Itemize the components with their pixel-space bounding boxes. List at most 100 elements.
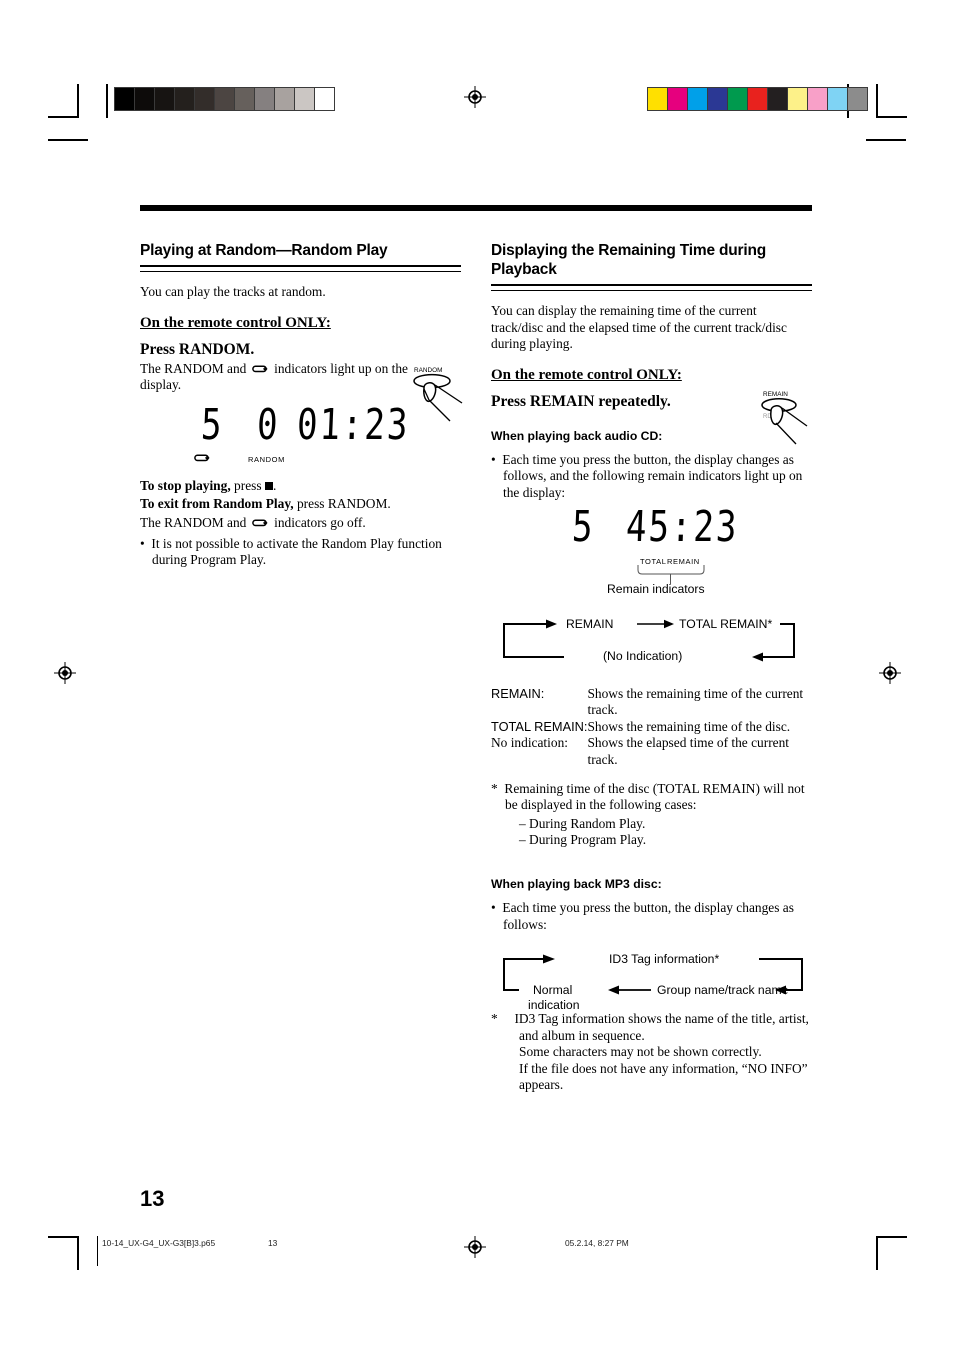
grayscale-patch	[215, 88, 235, 110]
press-random-desc-post: indicators light up on the	[274, 360, 408, 376]
cd-cycle-step-no-indication: (No Indication)	[603, 648, 683, 663]
two-column-layout: Playing at Random—Random Play You can pl…	[140, 241, 812, 1098]
def-desc-no-indication: Shows the elapsed time of the current tr…	[587, 735, 790, 767]
random-play-intro: You can play the tracks at random.	[140, 284, 326, 299]
grayscale-patch	[295, 88, 315, 110]
cd-footnote: * Remaining time of the disc (TOTAL REMA…	[491, 781, 812, 814]
section-heading-random-play: Playing at Random—Random Play	[140, 242, 388, 259]
def-desc-remain: Shows the remaining time of the current …	[587, 685, 804, 718]
remain-definitions-table: REMAIN: Shows the remaining time of the …	[491, 686, 805, 769]
stop-playing-rest: press	[234, 477, 262, 493]
stop-playing-instruction: To stop playing, press .	[140, 477, 277, 493]
cd-cycle-step-total-remain: TOTAL REMAIN*	[679, 616, 773, 631]
def-term-total-remain: TOTAL REMAIN:	[491, 718, 588, 734]
display-time: 01:23	[296, 399, 411, 450]
cd-footnote-asterisk: *	[491, 780, 505, 796]
page-number: 13	[140, 1186, 165, 1211]
indicators-off-instruction: The RANDOM and indicators go off.	[140, 515, 461, 532]
stop-playing-bold: To stop playing,	[140, 477, 231, 493]
color-patch	[828, 88, 848, 110]
callout-bracket	[637, 564, 705, 575]
color-calibration-bar	[647, 87, 868, 111]
def-term-no-indication: No indication:	[491, 735, 568, 751]
remain-button-illus-label: REMAIN	[763, 391, 788, 398]
indicators-off-pre: The RANDOM and	[140, 514, 247, 530]
color-patch	[668, 88, 688, 110]
registration-target-top	[464, 86, 486, 108]
def-desc-total-remain: Shows the remaining time of the disc.	[587, 718, 791, 734]
remote-only-label-left: On the remote control ONLY:	[140, 314, 331, 331]
random-button-illus-label: RANDOM	[414, 367, 442, 374]
color-patch	[708, 88, 728, 110]
crop-mark-tl-sep	[106, 84, 108, 118]
mp3-cycle-step-normal-line2: indication	[528, 998, 580, 1013]
remain-button-illustration: REMAIN RDS	[749, 387, 821, 461]
color-patch	[768, 88, 788, 110]
grayscale-patch	[255, 88, 275, 110]
remote-only-label-right: On the remote control ONLY:	[491, 366, 682, 383]
grayscale-calibration-bar	[114, 87, 335, 111]
cd-cycle-step-remain: REMAIN	[566, 616, 614, 631]
cd-display-cycle-diagram: REMAIN TOTAL REMAIN* (No Indication)	[491, 608, 812, 670]
remain-indicators-callout: TOTAL REMAIN Remain indicators	[491, 556, 812, 602]
display-random-mock: 5 0 01:23 RANDOM	[140, 400, 461, 472]
grayscale-patch	[275, 88, 295, 110]
def-term-remain: REMAIN:	[491, 685, 545, 701]
left-column: Playing at Random—Random Play You can pl…	[140, 241, 463, 1098]
color-patch	[648, 88, 668, 110]
exit-random-rest: press RANDOM.	[296, 496, 391, 512]
grayscale-patch	[115, 88, 135, 110]
crop-mark-tr-h2	[866, 139, 906, 141]
color-patch	[728, 88, 748, 110]
grayscale-patch	[175, 88, 195, 110]
grayscale-patch	[315, 88, 334, 110]
cd-footnote-item-1: – During Random Play.	[519, 815, 646, 831]
grayscale-patch	[135, 88, 155, 110]
color-patch	[748, 88, 768, 110]
crop-mark-tl-h2	[48, 139, 88, 141]
mp3-bullet-text: Each time you press the button, the disp…	[491, 900, 812, 933]
display-remain-mock: 5 45:23	[491, 502, 812, 556]
display-remain-track: 5	[571, 501, 596, 552]
exit-random-bold: To exit from Random Play,	[140, 496, 294, 512]
grayscale-patch	[155, 88, 175, 110]
registration-target-bottom	[464, 1236, 486, 1258]
mp3-cycle-step-normal-line1: Normal	[533, 983, 573, 998]
footer-rule-left	[97, 1236, 98, 1266]
stop-square-icon	[264, 481, 273, 490]
registration-target-right	[879, 662, 901, 684]
page-content: Playing at Random—Random Play You can pl…	[140, 205, 812, 1098]
mp3-cycle-step-group-track: Group name/track name	[657, 983, 789, 998]
crop-mark-br-h	[876, 1236, 907, 1238]
crop-mark-tr-h	[876, 116, 907, 118]
table-row: TOTAL REMAIN: Shows the remaining time o…	[491, 719, 805, 736]
press-random-desc-pre: The RANDOM and	[140, 360, 247, 376]
mp3-footnote-asterisk: *	[491, 1011, 515, 1027]
display-random-indicator: RANDOM	[248, 454, 285, 464]
display-zero: 0	[256, 399, 281, 450]
grayscale-patch	[235, 88, 255, 110]
footer-timestamp: 05.2.14, 8:27 PM	[565, 1238, 629, 1248]
table-row: REMAIN: Shows the remaining time of the …	[491, 686, 805, 719]
cd-footnote-text: Remaining time of the disc (TOTAL REMAIN…	[504, 780, 805, 813]
section-heading-remaining-time: Displaying the Remaining Time during Pla…	[491, 242, 766, 278]
exit-random-instruction: To exit from Random Play, press RANDOM.	[140, 496, 461, 513]
mp3-display-cycle-diagram: ID3 Tag information* Group name/track na…	[491, 943, 812, 1013]
mp3-cycle-step-id3: ID3 Tag information*	[609, 952, 720, 967]
heading-rule-left	[140, 265, 461, 272]
repeat-arrow-icon	[251, 365, 268, 372]
grayscale-patch	[195, 88, 215, 110]
remain-indicators-caption: Remain indicators	[607, 581, 705, 596]
color-patch	[808, 88, 828, 110]
crop-mark-bl-h	[48, 1236, 79, 1238]
color-patch	[688, 88, 708, 110]
registration-target-left	[54, 662, 76, 684]
indicators-off-post: indicators go off.	[274, 514, 366, 530]
crop-mark-tl-h	[48, 116, 79, 118]
display-track-number: 5	[200, 399, 225, 450]
mp3-footnote-line-1: ID3 Tag information shows the name of th…	[514, 1011, 809, 1043]
subhead-mp3-disc: When playing back MP3 disc:	[491, 876, 662, 891]
heading-rule-right	[491, 284, 812, 291]
cd-footnote-item-2: – During Program Play.	[519, 832, 647, 848]
color-patch	[788, 88, 808, 110]
